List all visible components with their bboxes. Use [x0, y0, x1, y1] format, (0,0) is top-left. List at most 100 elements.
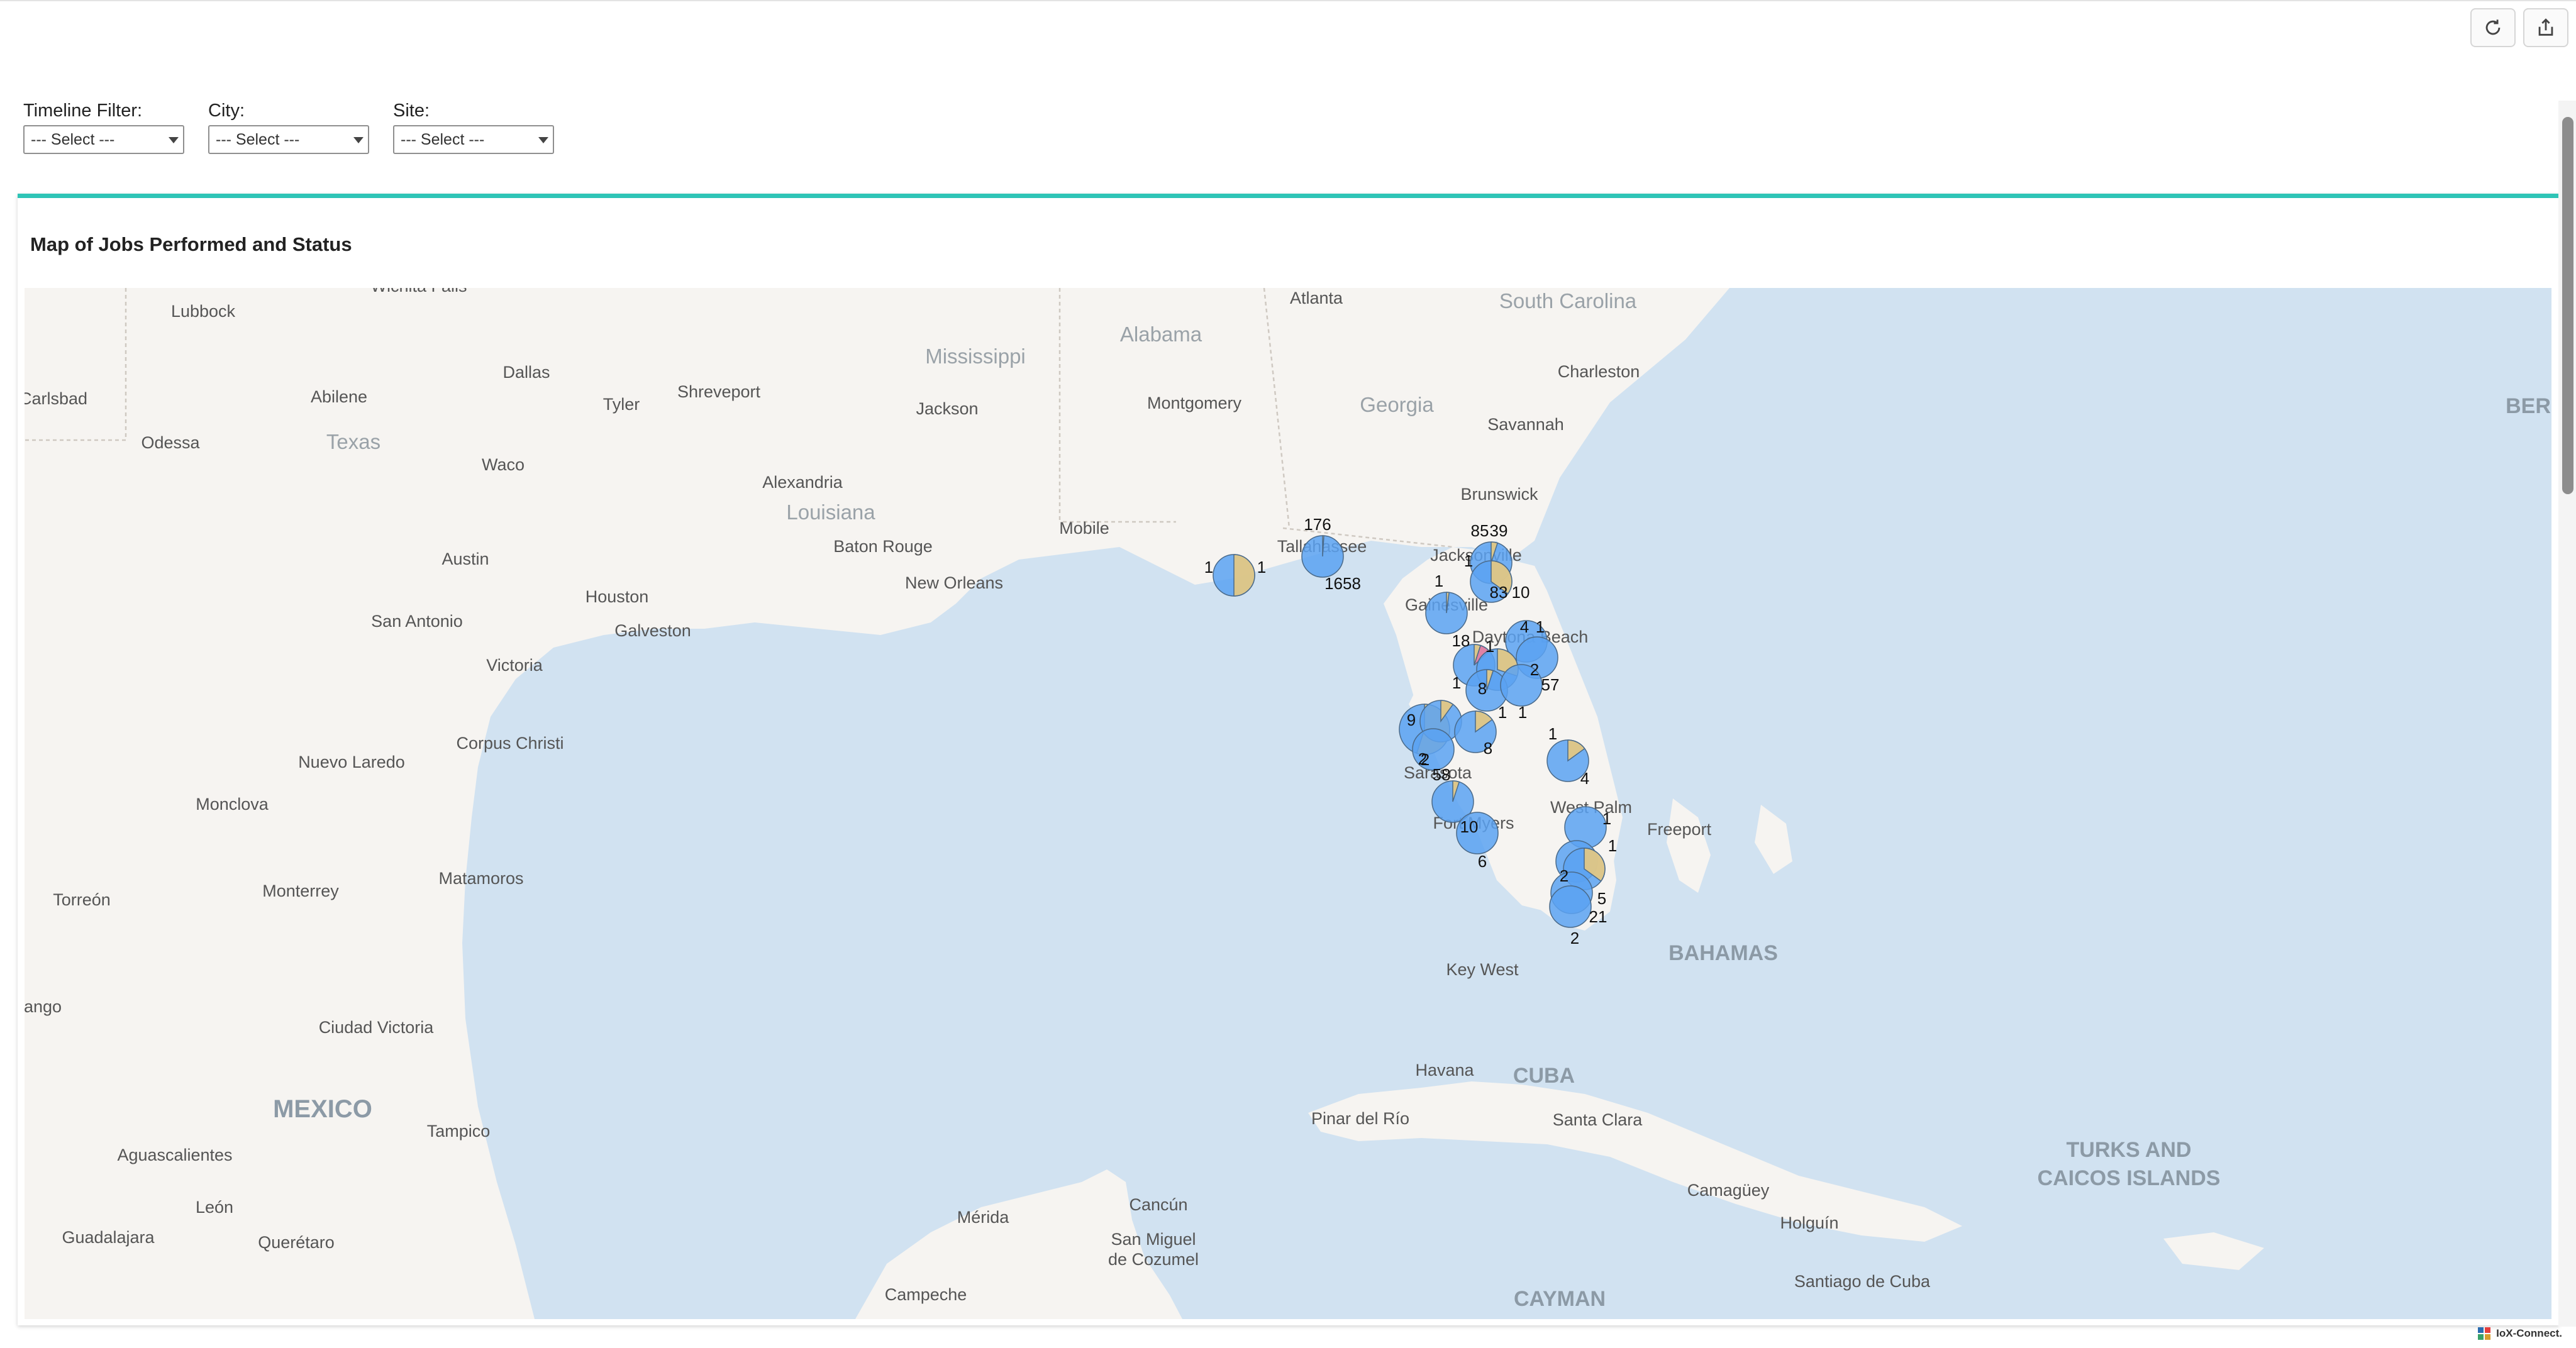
city-label: Baton Rouge — [833, 537, 933, 556]
city-label: Shreveport — [677, 382, 761, 401]
city-label: Tampico — [427, 1122, 491, 1141]
marker-count-label: 1 — [1608, 836, 1617, 855]
country-label: CUBA — [1513, 1064, 1575, 1088]
card-title: Map of Jobs Performed and Status — [30, 233, 352, 255]
city-label: Alexandria — [762, 473, 843, 492]
city-label: Nuevo Laredo — [298, 753, 405, 771]
city-filter: City: --- Select --- — [208, 101, 369, 154]
marker-count-label: 58 — [1433, 765, 1451, 784]
marker-count-label: 1 — [1485, 637, 1494, 656]
city-label: Mérida — [957, 1208, 1010, 1227]
marker-count-label: 9 — [1407, 710, 1416, 729]
marker-count-label: 1 — [1518, 703, 1527, 722]
marker-count-label: 8 — [1484, 739, 1492, 758]
map-canvas[interactable]: MEXICO CUBA BAHAMAS TURKS AND CAICOS ISLANDS… — [25, 288, 2551, 1319]
chevron-down-icon — [538, 137, 548, 143]
country-label: BAHAMAS — [1668, 941, 1778, 965]
city-label: ango — [25, 997, 62, 1016]
city-label: Savannah — [1487, 415, 1564, 434]
job-marker — [1549, 885, 1592, 928]
country-label: CAICOS ISLANDS — [2038, 1166, 2221, 1190]
marker-count-label: 4 — [1580, 769, 1589, 788]
city-label: Tyler — [603, 395, 640, 414]
city-label: Waco — [482, 455, 525, 474]
state-label: Mississippi — [925, 345, 1026, 368]
site-filter-label: Site: — [393, 101, 430, 121]
city-label: Guadalajara — [62, 1228, 155, 1247]
export-button[interactable] — [2523, 8, 2568, 47]
brand-name: IoX-Connect. — [2496, 1327, 2562, 1339]
city-label: Atlanta — [1290, 289, 1343, 307]
marker-count-label: 2 — [1418, 749, 1427, 768]
city-filter-select[interactable]: --- Select --- — [208, 125, 369, 154]
marker-count-label: 57 — [1541, 675, 1560, 694]
timeline-filter-label: Timeline Filter: — [23, 101, 143, 121]
city-label: Monterrey — [262, 881, 339, 900]
marker-count-label: 10 — [1460, 817, 1479, 836]
city-label: Mobile — [1059, 519, 1109, 538]
marker-count-label: 6 — [1478, 852, 1487, 871]
city-label: Austin — [441, 550, 489, 568]
city-label: Matamoros — [438, 869, 523, 888]
marker-count-label: 1 — [1498, 703, 1507, 722]
city-label: Pinar del Río — [1311, 1109, 1409, 1128]
city-filter-value: --- Select --- — [216, 131, 300, 148]
city-label: Houston — [586, 587, 649, 606]
state-label: South Carolina — [1499, 289, 1637, 312]
marker-count-label: 5 — [1597, 889, 1606, 908]
refresh-button[interactable] — [2470, 8, 2516, 47]
city-label: Corpus Christi — [456, 734, 564, 753]
city-label: Aguascalientes — [117, 1146, 232, 1164]
scrollbar-thumb[interactable] — [2562, 117, 2573, 494]
city-label: Monclova — [196, 795, 269, 814]
site-filter-select[interactable]: --- Select --- — [393, 125, 554, 154]
city-label: Havana — [1415, 1061, 1474, 1080]
timeline-filter-select[interactable]: --- Select --- — [23, 125, 184, 154]
timeline-filter-value: --- Select --- — [31, 131, 115, 148]
brand-icon — [2478, 1327, 2491, 1340]
marker-count-label: 1 — [1602, 809, 1611, 828]
city-label: Cancún — [1129, 1195, 1187, 1214]
city-label: Key West — [1446, 960, 1519, 979]
marker-count-label: 1 — [1548, 724, 1557, 743]
city-label: Ciudad Victoria — [319, 1018, 435, 1037]
marker-count-label: 1 — [1452, 673, 1461, 692]
marker-count-label: 4 — [1520, 617, 1529, 636]
marker-count-label: 83 — [1490, 583, 1508, 602]
city-label: Carlsbad — [25, 389, 87, 408]
marker-count-label: 1 — [1204, 558, 1213, 577]
site-filter-value: --- Select --- — [401, 131, 485, 148]
map[interactable]: MEXICO CUBA BAHAMAS TURKS AND CAICOS ISLANDS… — [25, 288, 2551, 1319]
marker-count-label: 8 — [1478, 679, 1487, 698]
city-label: Querétaro — [258, 1233, 335, 1252]
marker-count-label: 1 — [1536, 617, 1545, 636]
state-label: Louisiana — [786, 500, 875, 524]
city-label: San Miguel — [1111, 1230, 1196, 1249]
marker-count-label: 18 — [1452, 631, 1470, 650]
top-border — [0, 0, 2576, 1]
brand-logo: IoX-Connect. — [2477, 1327, 2562, 1340]
chevron-down-icon — [353, 137, 364, 143]
city-label: Torreón — [53, 890, 111, 909]
marker-count-label: 1 — [1435, 572, 1443, 590]
city-label: New Orleans — [905, 573, 1003, 592]
export-icon — [2538, 18, 2553, 36]
marker-count-label: 21 — [1589, 907, 1607, 926]
marker-count-label: 2 — [1530, 660, 1539, 679]
city-label: Galveston — [614, 621, 691, 640]
city-label: San Antonio — [371, 612, 463, 631]
city-label: Victoria — [486, 656, 543, 675]
country-label: BER — [2506, 394, 2551, 418]
country-label: TURKS AND — [2067, 1138, 2192, 1162]
city-label: León — [196, 1198, 233, 1217]
state-label: Georgia — [1360, 393, 1434, 416]
marker-count-label: 85 — [1471, 521, 1489, 540]
city-label: Santiago de Cuba — [1794, 1272, 1931, 1291]
marker-count-label: 1 — [1257, 558, 1266, 577]
city-label: Campeche — [885, 1285, 967, 1304]
city-label: Lubbock — [171, 302, 236, 321]
marker-count-label: 10 — [1512, 583, 1530, 602]
city-label: Montgomery — [1147, 394, 1242, 412]
city-label: de Cozumel — [1108, 1250, 1199, 1269]
site-filter: Site: --- Select --- — [393, 101, 554, 154]
